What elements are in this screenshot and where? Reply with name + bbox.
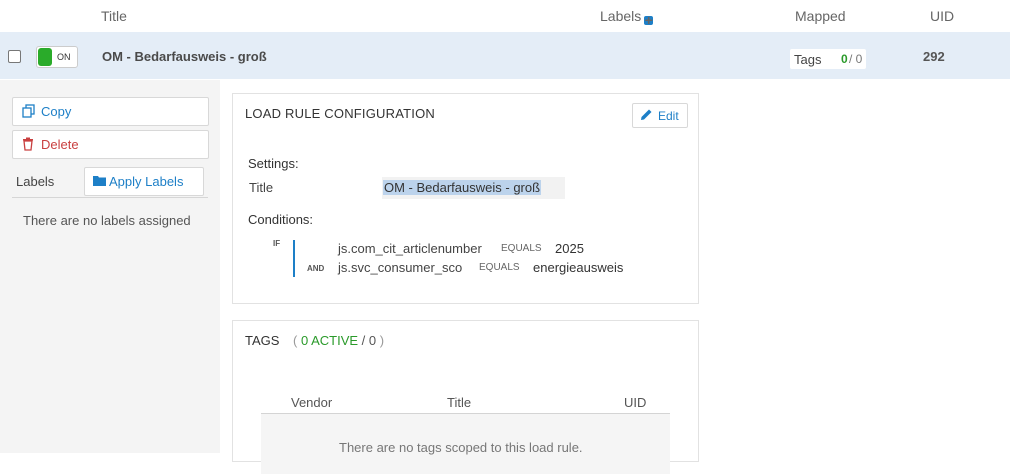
row-checkbox[interactable] bbox=[8, 50, 21, 63]
condition-operator: EQUALS bbox=[479, 262, 520, 273]
condition-value: energieausweis bbox=[533, 260, 624, 275]
tags-active-count: 0 bbox=[841, 52, 848, 66]
left-actions-panel: Copy Delete Labels Apply Labels There ar… bbox=[0, 80, 220, 453]
vendor-column-header[interactable]: Vendor bbox=[291, 395, 332, 410]
load-rule-heading: LOAD RULE CONFIGURATION bbox=[245, 106, 435, 121]
pencil-icon bbox=[641, 109, 652, 120]
row-uid: 292 bbox=[923, 49, 945, 64]
load-rule-row[interactable]: ON OM - Bedarfausweis - groß Tags 0 / 0 … bbox=[0, 32, 1010, 79]
copy-icon bbox=[22, 104, 35, 118]
tags-card: TAGS ( 0 ACTIVE / 0 ) Vendor Title UID T… bbox=[232, 320, 699, 474]
active-tags-count: 0 ACTIVE bbox=[300, 333, 359, 348]
labels-divider bbox=[12, 197, 208, 198]
uid-column-header[interactable]: UID bbox=[624, 395, 646, 410]
total-tags-count: 0 bbox=[368, 333, 377, 348]
condition-operator: EQUALS bbox=[501, 243, 542, 254]
no-labels-message: There are no labels assigned bbox=[23, 213, 191, 228]
tags-label: Tags bbox=[794, 52, 822, 67]
settings-label: Settings: bbox=[248, 156, 299, 171]
trash-icon bbox=[23, 137, 33, 151]
condition-variable: js.com_cit_articlenumber bbox=[338, 241, 482, 256]
condition-group-line bbox=[293, 240, 295, 277]
uid-column-header[interactable]: UID bbox=[930, 8, 954, 24]
toggle-label: ON bbox=[57, 52, 71, 62]
add-label-icon[interactable]: + bbox=[644, 13, 654, 27]
table-header: Title Labels + Mapped UID bbox=[0, 0, 1010, 33]
apply-labels-label: Apply Labels bbox=[109, 174, 184, 189]
mapped-column-header[interactable]: Mapped bbox=[795, 8, 846, 24]
title-setting-text: OM - Bedarfausweis - groß bbox=[383, 180, 542, 195]
title-setting-value[interactable]: OM - Bedarfausweis - groß bbox=[382, 177, 565, 199]
conditions-label: Conditions: bbox=[248, 212, 314, 227]
row-title[interactable]: OM - Bedarfausweis - groß bbox=[102, 49, 267, 64]
tags-count: ( 0 ACTIVE / 0 ) bbox=[293, 333, 384, 348]
count-close-paren: ) bbox=[379, 333, 385, 348]
apply-labels-button[interactable]: Apply Labels bbox=[84, 167, 204, 196]
title-column-header[interactable]: Title bbox=[101, 8, 127, 24]
status-toggle[interactable]: ON bbox=[36, 46, 78, 68]
edit-label: Edit bbox=[658, 109, 679, 123]
tags-heading: TAGS bbox=[245, 333, 280, 348]
copy-button[interactable]: Copy bbox=[12, 97, 209, 126]
labels-column-header[interactable]: Labels + bbox=[600, 8, 654, 27]
delete-label: Delete bbox=[41, 137, 79, 152]
count-open-paren: ( bbox=[293, 333, 298, 348]
condition-value: 2025 bbox=[555, 241, 584, 256]
toggle-knob bbox=[38, 48, 52, 66]
title-setting-label: Title bbox=[249, 180, 274, 195]
condition-variable: js.svc_consumer_sco bbox=[338, 260, 463, 275]
load-rule-config-card: LOAD RULE CONFIGURATION Edit Settings: T… bbox=[232, 93, 699, 304]
edit-button[interactable]: Edit bbox=[632, 103, 688, 128]
labels-column-label: Labels bbox=[600, 8, 642, 24]
empty-tags-state: There are no tags scoped to this load ru… bbox=[261, 414, 670, 474]
and-operator: AND bbox=[307, 264, 325, 273]
mapped-tags-badge[interactable]: Tags 0 / 0 bbox=[790, 49, 866, 69]
labels-heading: Labels bbox=[16, 174, 55, 189]
tags-total-count: / 0 bbox=[849, 52, 863, 66]
delete-button[interactable]: Delete bbox=[12, 130, 209, 159]
count-slash: / bbox=[361, 333, 366, 348]
if-operator: IF bbox=[273, 239, 281, 248]
copy-label: Copy bbox=[41, 104, 72, 119]
folder-icon bbox=[93, 176, 106, 186]
title-column-header[interactable]: Title bbox=[447, 395, 471, 410]
